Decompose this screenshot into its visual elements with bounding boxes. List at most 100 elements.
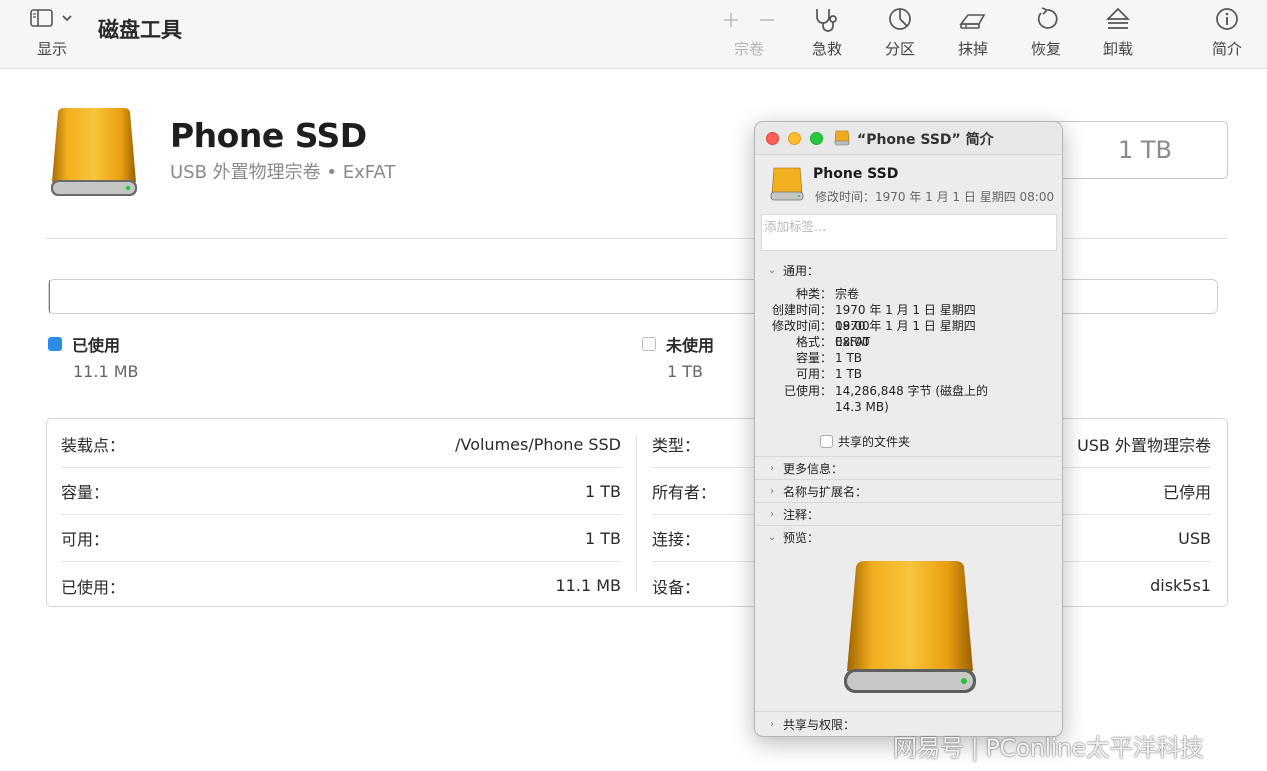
info-window-titlebar[interactable]: “Phone SSD” 简介	[755, 122, 1062, 155]
row-value: 1 TB	[584, 481, 621, 501]
preview-area	[755, 547, 1062, 710]
disk-name: Phone SSD	[170, 116, 367, 155]
section-name-ext[interactable]: › 名称与扩展名：	[767, 483, 867, 500]
section-divider	[755, 479, 1062, 480]
volume-button[interactable]: 宗卷	[722, 6, 776, 66]
general-key: 格式：	[795, 335, 832, 349]
view-label: 显示	[36, 40, 67, 58]
table-divider	[636, 435, 637, 592]
checkbox-box[interactable]	[820, 435, 833, 448]
minus-icon	[760, 19, 774, 21]
table-row: 已使用： 11.1 MB	[61, 562, 621, 609]
info-label: 简介	[1211, 40, 1242, 58]
plus-icon	[724, 13, 738, 27]
row-value: USB	[1178, 528, 1211, 548]
general-key: 种类：	[795, 287, 832, 301]
general-key: 已使用：	[783, 384, 832, 398]
section-divider	[755, 525, 1062, 526]
close-button[interactable]	[766, 132, 779, 145]
row-key: 已使用：	[61, 577, 126, 597]
section-name-ext-label: 名称与扩展名：	[783, 485, 868, 499]
restore-button[interactable]: 恢复	[1030, 6, 1062, 66]
toolbar: 显示 磁盘工具 宗卷 急救 分区 抹掉 恢复 卸载 简介	[0, 0, 1267, 69]
watermark: 网易号 | PConline太平洋科技	[893, 734, 1204, 762]
used-value: 11.1 MB	[73, 362, 139, 381]
general-row: 已使用： 14,286,848 字节 (磁盘上的	[755, 383, 1062, 399]
sidebar-icon	[30, 9, 53, 27]
first-aid-label: 急救	[811, 40, 842, 58]
erase-button[interactable]: 抹掉	[957, 6, 989, 66]
general-row: 14.3 MB)	[755, 399, 1062, 415]
general-row: 可用： 1 TB	[755, 366, 1062, 382]
legend-free: 未使用	[642, 332, 714, 356]
app-title: 磁盘工具	[98, 18, 182, 42]
eject-icon	[1105, 7, 1131, 29]
capacity-box: 1 TB	[1040, 121, 1228, 179]
chevron-right-icon: ›	[770, 463, 774, 474]
row-value: 11.1 MB	[555, 576, 622, 595]
chevron-down-icon	[62, 15, 72, 22]
free-swatch	[642, 337, 656, 351]
row-key: 容量：	[61, 483, 110, 502]
general-key: 容量：	[795, 351, 832, 365]
chevron-down-icon: ⌄	[767, 265, 777, 276]
section-more-info[interactable]: › 更多信息：	[767, 460, 843, 477]
section-comments-label: 注释：	[783, 508, 820, 522]
partition-button[interactable]: 分区	[884, 6, 916, 66]
general-row: 容量： 1 TB	[755, 350, 1062, 366]
unmount-button[interactable]: 卸载	[1102, 6, 1134, 66]
row-value: disk5s1	[1150, 576, 1211, 595]
section-divider	[755, 456, 1062, 457]
section-general-label: 通用：	[783, 264, 820, 278]
section-sharing-label: 共享与权限：	[783, 718, 856, 732]
chevron-right-icon: ›	[770, 486, 774, 497]
row-key: 设备：	[652, 577, 701, 597]
partition-label: 分区	[884, 40, 915, 58]
table-row: 可用： 1 TB	[61, 515, 621, 562]
row-key: 所有者：	[652, 483, 717, 502]
table-row: 装载点： /Volumes/Phone SSD	[61, 421, 621, 468]
row-key: 装载点：	[61, 436, 126, 455]
section-preview-label: 预览：	[783, 531, 820, 545]
usage-bar-used	[49, 280, 50, 313]
general-value: ExFAT	[835, 335, 871, 349]
general-key: 可用：	[795, 367, 832, 381]
section-preview[interactable]: ⌄ 预览：	[767, 529, 819, 546]
info-window: “Phone SSD” 简介 Phone SSD 修改时间：1970 年 1 月…	[754, 121, 1063, 737]
general-value: 1 TB	[835, 367, 863, 381]
stethoscope-icon	[816, 9, 837, 32]
section-general[interactable]: ⌄ 通用：	[767, 262, 819, 279]
used-swatch	[48, 337, 62, 351]
table-row: 容量： 1 TB	[61, 468, 621, 515]
zoom-button[interactable]	[810, 132, 823, 145]
first-aid-button[interactable]: 急救	[811, 6, 843, 66]
volume-label: 宗卷	[733, 40, 764, 58]
chevron-right-icon: ›	[770, 719, 774, 730]
info-button[interactable]: 简介	[1211, 6, 1243, 66]
view-button[interactable]: 显示	[30, 8, 74, 68]
tags-placeholder: 添加标签…	[764, 219, 827, 234]
info-window-name: Phone SSD	[813, 166, 899, 182]
minimize-button[interactable]	[788, 132, 801, 145]
external-drive-icon	[844, 561, 976, 693]
general-key	[755, 399, 835, 415]
general-value: 宗卷	[835, 287, 860, 301]
shared-folder-checkbox[interactable]: 共享的文件夹	[820, 433, 910, 450]
tags-input[interactable]: 添加标签…	[761, 214, 1057, 251]
general-value: 14,286,848 字节 (磁盘上的	[835, 384, 989, 398]
unmount-label: 卸载	[1102, 40, 1133, 58]
restore-label: 恢复	[1030, 40, 1061, 58]
info-window-modified: 修改时间：1970 年 1 月 1 日 星期四 08:00	[815, 190, 1055, 204]
legend-used: 已使用	[48, 332, 120, 356]
general-row: 格式： ExFAT	[755, 334, 1062, 350]
section-divider	[755, 711, 1062, 712]
section-sharing[interactable]: › 共享与权限：	[767, 716, 855, 733]
drive-icon-small	[834, 130, 850, 146]
pie-icon	[889, 8, 911, 30]
row-value: 已停用	[1162, 483, 1211, 502]
row-value: /Volumes/Phone SSD	[455, 434, 621, 454]
section-more-info-label: 更多信息：	[783, 462, 844, 476]
section-comments[interactable]: › 注释：	[767, 506, 819, 523]
eraser-icon	[959, 14, 986, 29]
row-key: 连接：	[652, 530, 701, 549]
